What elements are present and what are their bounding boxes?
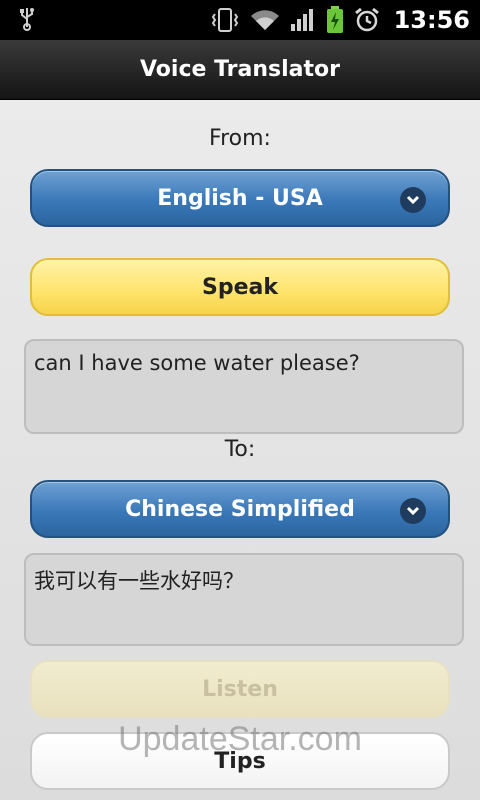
- vibrate-icon: [210, 7, 240, 33]
- from-label: From:: [209, 126, 271, 151]
- from-language-value: English - USA: [157, 185, 323, 211]
- source-text-field[interactable]: can I have some water please?: [24, 339, 464, 434]
- listen-button-label: Listen: [202, 676, 278, 702]
- speak-button[interactable]: Speak: [30, 258, 450, 316]
- alarm-icon: [354, 7, 380, 33]
- tips-button-label: Tips: [214, 748, 266, 774]
- listen-button[interactable]: Listen: [30, 660, 450, 718]
- translated-text-field[interactable]: 我可以有一些水好吗？: [24, 553, 464, 646]
- usb-icon: [20, 7, 34, 37]
- status-time: 13:56: [393, 6, 470, 34]
- translated-text: 我可以有一些水好吗？: [34, 569, 244, 593]
- chevron-down-icon: [400, 187, 426, 213]
- speak-button-label: Speak: [202, 274, 278, 300]
- wifi-icon: [250, 8, 280, 32]
- from-language-dropdown[interactable]: English - USA: [30, 169, 450, 227]
- tips-button[interactable]: Tips: [30, 732, 450, 790]
- status-bar: 13:56: [0, 0, 480, 40]
- signal-icon: [290, 8, 316, 32]
- app-title: Voice Translator: [139, 57, 340, 82]
- chevron-down-icon: [400, 498, 426, 524]
- to-label: To:: [224, 437, 256, 462]
- battery-charging-icon: [326, 6, 344, 34]
- source-text: can I have some water please?: [34, 351, 360, 375]
- to-language-value: Chinese Simplified: [125, 496, 355, 522]
- to-language-dropdown[interactable]: Chinese Simplified: [30, 480, 450, 538]
- app-title-bar: Voice Translator: [0, 40, 480, 100]
